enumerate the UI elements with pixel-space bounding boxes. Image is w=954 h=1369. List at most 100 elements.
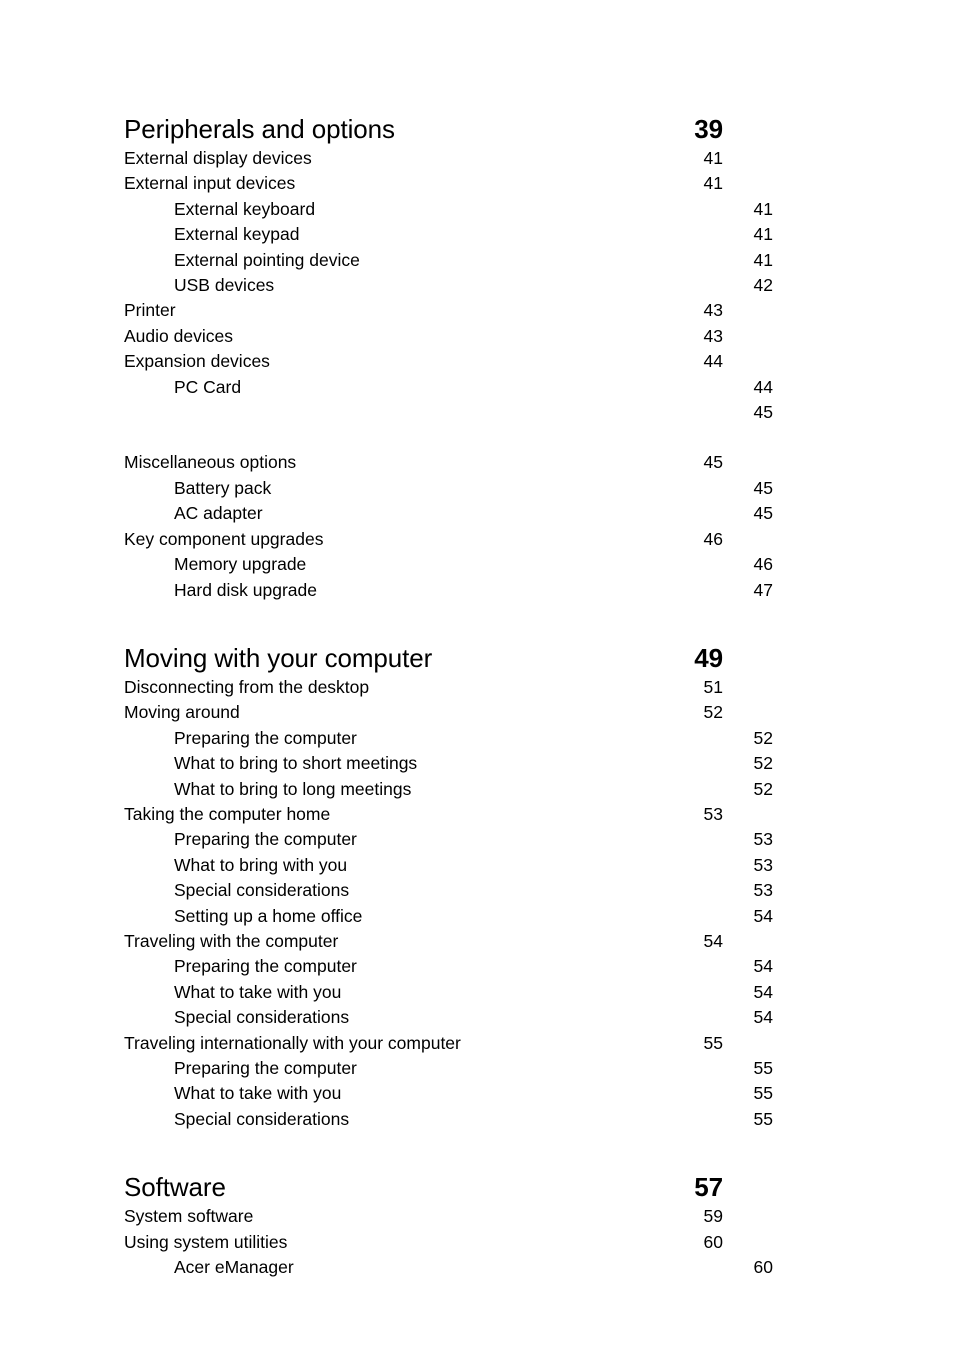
- toc-entry-row[interactable]: 45: [124, 400, 773, 425]
- toc-entry-row[interactable]: Preparing the computer 52: [124, 726, 773, 751]
- toc-entry-row[interactable]: What to bring to short meetings 52: [124, 751, 773, 776]
- toc-entry-label: Special considerations: [174, 1007, 350, 1028]
- toc-page-number: 55: [703, 1032, 723, 1053]
- toc-entry-row[interactable]: External keyboard 41: [124, 197, 773, 222]
- toc-entry-row[interactable]: Moving around 52: [124, 700, 723, 725]
- toc-page-number: 53: [753, 880, 773, 901]
- toc-section-row[interactable]: Peripherals and options 39: [124, 112, 723, 146]
- toc-entry-row[interactable]: External input devices 41: [124, 171, 723, 196]
- toc-page-number: 52: [753, 753, 773, 774]
- toc-entry-label: USB devices: [174, 275, 275, 296]
- toc-page-number: 54: [753, 1007, 773, 1028]
- toc-section-row[interactable]: Software 57: [124, 1170, 723, 1204]
- toc-entry-row[interactable]: PC Card 44: [124, 375, 773, 400]
- toc-entry-row[interactable]: External display devices 41: [124, 146, 723, 171]
- toc-entry-label: PC Card: [174, 376, 242, 397]
- toc-entry-label: What to bring to long meetings: [174, 778, 412, 799]
- toc-entry-row[interactable]: AC adapter 45: [124, 501, 773, 526]
- toc-entry-row[interactable]: Acer eManager 60: [124, 1255, 773, 1280]
- toc-page-number: 55: [753, 1108, 773, 1129]
- toc-page-number: 42: [753, 275, 773, 296]
- toc-entry-label: Traveling internationally with your comp…: [124, 1032, 461, 1053]
- toc-entry-row[interactable]: Preparing the computer 53: [124, 827, 773, 852]
- toc-section-title: Peripherals and options: [124, 114, 395, 144]
- toc-entry-row[interactable]: Special considerations 54: [124, 1005, 773, 1030]
- toc-entry-label: What to take with you: [174, 1083, 342, 1104]
- toc-entry-label: External keyboard: [174, 198, 316, 219]
- toc-entry-label: External display devices: [124, 148, 312, 168]
- toc-entry-row[interactable]: Special considerations 55: [124, 1107, 773, 1132]
- toc-entry-row[interactable]: Battery pack 45: [124, 476, 773, 501]
- toc-entry-row[interactable]: Printer 43: [124, 298, 723, 323]
- toc-entry-row[interactable]: What to bring to long meetings 52: [124, 777, 773, 802]
- toc-entry-label: Acer eManager: [174, 1257, 294, 1278]
- toc-entry-row[interactable]: Expansion devices 44: [124, 349, 723, 374]
- toc-entry-label: Battery pack: [174, 477, 272, 498]
- toc-page-number: 41: [753, 224, 773, 245]
- toc-page-number: 46: [753, 554, 773, 575]
- toc-entry-row[interactable]: Special considerations 53: [124, 878, 773, 903]
- toc-entry-label: Memory upgrade: [174, 554, 307, 575]
- toc-page-number: 53: [753, 854, 773, 875]
- toc-entry-label: What to take with you: [174, 981, 342, 1002]
- toc-list: Peripherals and options 39 External displa…: [124, 112, 773, 1280]
- toc-entry-label: Setting up a home office: [174, 905, 363, 926]
- toc-page-number: 55: [753, 1083, 773, 1104]
- toc-page-number: 59: [703, 1206, 723, 1227]
- toc-entry-row[interactable]: External keypad 41: [124, 222, 773, 247]
- toc-page-number: 54: [703, 930, 723, 951]
- toc-entry-row[interactable]: Preparing the computer 54: [124, 954, 773, 979]
- toc-entry-label: Key component upgrades: [124, 528, 324, 549]
- toc-page-number: 41: [753, 198, 773, 219]
- toc-entry-row[interactable]: Disconnecting from the desktop 51: [124, 675, 723, 700]
- toc-entry-row[interactable]: What to bring with you 53: [124, 853, 773, 878]
- toc-entry-label: System software: [124, 1206, 254, 1227]
- toc-page-number: 57: [694, 1172, 723, 1203]
- toc-section-title: Moving with your computer: [124, 642, 433, 673]
- toc-entry-row[interactable]: Miscellaneous options 45: [124, 450, 723, 475]
- toc-entry-label: Hard disk upgrade: [174, 579, 317, 600]
- toc-page-number: 41: [703, 148, 723, 168]
- toc-entry-label: Traveling with the computer: [124, 930, 339, 951]
- toc-entry-row[interactable]: Using system utilities 60: [124, 1230, 723, 1255]
- toc-page-number: 54: [753, 905, 773, 926]
- toc-page-number: 41: [753, 249, 773, 270]
- toc-page-number: 60: [703, 1231, 723, 1252]
- toc-entry-row[interactable]: Key component upgrades 46: [124, 527, 723, 552]
- toc-entry-label: External pointing device: [174, 249, 360, 270]
- toc-section-title: Software: [124, 1172, 226, 1203]
- toc-entry-label: Audio devices: [124, 325, 233, 346]
- toc-page-number: 41: [703, 173, 723, 194]
- toc-entry-row[interactable]: What to take with you 54: [124, 980, 773, 1005]
- toc-entry-row[interactable]: Traveling internationally with your comp…: [124, 1031, 723, 1056]
- toc-entry-label: External input devices: [124, 173, 296, 194]
- toc-page-number: 52: [753, 778, 773, 799]
- toc-entry-label: Special considerations: [174, 880, 350, 901]
- toc-entry-label: Disconnecting from the desktop: [124, 676, 370, 697]
- toc-page-number: 39: [694, 114, 723, 144]
- toc-entry-row[interactable]: Preparing the computer 55: [124, 1056, 773, 1081]
- toc-entry-label: Using system utilities: [124, 1231, 288, 1252]
- toc-entry-row[interactable]: Setting up a home office 54: [124, 904, 773, 929]
- toc-page-number: 45: [753, 503, 773, 524]
- toc-entry-row[interactable]: Audio devices 43: [124, 324, 723, 349]
- toc-page-number: 43: [703, 300, 723, 321]
- toc-entry-label: Moving around: [124, 702, 240, 723]
- toc-entry-row[interactable]: USB devices 42: [124, 273, 773, 298]
- toc-section-row[interactable]: Moving with your computer 49: [124, 641, 723, 675]
- toc-page-number: 45: [753, 402, 773, 423]
- toc-page-number: 51: [703, 676, 723, 697]
- toc-page-number: 45: [753, 477, 773, 498]
- toc-entry-label: Special considerations: [174, 1108, 350, 1129]
- toc-entry-row[interactable]: System software 59: [124, 1204, 723, 1229]
- toc-entry-label: What to bring with you: [174, 854, 348, 875]
- toc-entry-row[interactable]: Taking the computer home 53: [124, 802, 723, 827]
- toc-entry-row[interactable]: Hard disk upgrade 47: [124, 578, 773, 603]
- toc-page-number: 43: [703, 325, 723, 346]
- toc-page-number: 52: [753, 727, 773, 748]
- toc-entry-row[interactable]: Traveling with the computer 54: [124, 929, 723, 954]
- toc-entry-row[interactable]: What to take with you 55: [124, 1081, 773, 1106]
- toc-entry-row[interactable]: Memory upgrade 46: [124, 552, 773, 577]
- toc-entry-label: Taking the computer home: [124, 803, 331, 824]
- toc-entry-row[interactable]: External pointing device 41: [124, 248, 773, 273]
